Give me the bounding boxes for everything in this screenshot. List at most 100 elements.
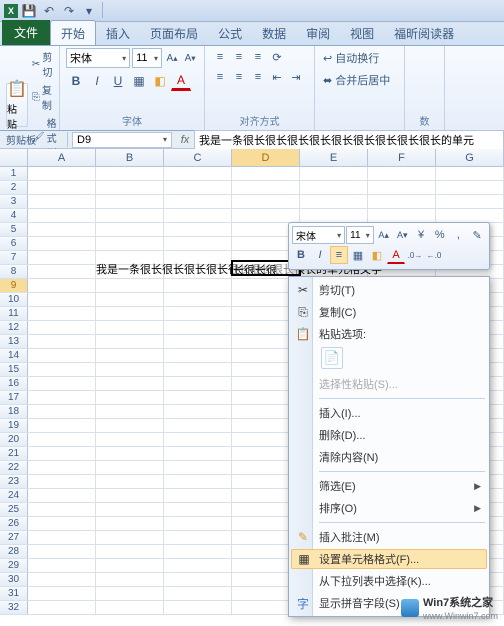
- tab-data[interactable]: 数据: [252, 21, 296, 45]
- align-left-button[interactable]: ≡: [211, 68, 229, 86]
- cell[interactable]: [164, 531, 232, 544]
- column-header[interactable]: B: [96, 149, 164, 166]
- align-top-button[interactable]: ≡: [211, 48, 229, 66]
- cell[interactable]: [96, 349, 164, 362]
- cell[interactable]: [28, 363, 96, 376]
- underline-button[interactable]: U: [108, 71, 128, 91]
- cell[interactable]: [28, 335, 96, 348]
- mini-align-center[interactable]: ≡: [330, 246, 348, 264]
- cell[interactable]: [28, 517, 96, 530]
- align-middle-button[interactable]: ≡: [230, 48, 248, 66]
- cell[interactable]: [28, 447, 96, 460]
- tab-insert[interactable]: 插入: [96, 21, 140, 45]
- cell[interactable]: [164, 475, 232, 488]
- shrink-font-button[interactable]: A▾: [182, 48, 198, 68]
- cell[interactable]: [96, 377, 164, 390]
- cell[interactable]: [28, 279, 96, 292]
- cell[interactable]: [164, 335, 232, 348]
- mini-font-color[interactable]: A: [387, 246, 405, 264]
- cell[interactable]: [164, 559, 232, 572]
- cell[interactable]: [28, 433, 96, 446]
- cell[interactable]: [164, 447, 232, 460]
- paste-button[interactable]: 📋 粘贴: [6, 83, 28, 127]
- grow-font-button[interactable]: A▴: [164, 48, 180, 68]
- mini-italic[interactable]: I: [311, 246, 329, 264]
- row-header[interactable]: 8: [0, 265, 28, 278]
- cell[interactable]: [96, 587, 164, 600]
- cell[interactable]: [96, 433, 164, 446]
- cell[interactable]: [232, 209, 300, 222]
- cell[interactable]: [28, 489, 96, 502]
- menu-format-cells[interactable]: ▦设置单元格格式(F)...: [291, 549, 487, 569]
- column-header[interactable]: G: [436, 149, 504, 166]
- row-header[interactable]: 15: [0, 363, 28, 376]
- cell[interactable]: [164, 377, 232, 390]
- mini-dec-dec[interactable]: ←.0: [425, 246, 443, 264]
- cell[interactable]: [28, 573, 96, 586]
- orientation-button[interactable]: ⟳: [268, 48, 286, 66]
- cell[interactable]: [96, 419, 164, 432]
- cell[interactable]: [300, 195, 368, 208]
- align-center-button[interactable]: ≡: [230, 68, 248, 86]
- row-header[interactable]: 20: [0, 433, 28, 446]
- cell[interactable]: [28, 545, 96, 558]
- mini-shrink-font[interactable]: A▾: [393, 226, 411, 244]
- cell[interactable]: [436, 167, 504, 180]
- font-name-select[interactable]: 宋体▾: [66, 48, 130, 68]
- fx-button[interactable]: fx: [176, 134, 194, 146]
- row-header[interactable]: 28: [0, 545, 28, 558]
- cell[interactable]: [96, 307, 164, 320]
- bold-button[interactable]: B: [66, 71, 86, 91]
- cell[interactable]: [28, 181, 96, 194]
- cell[interactable]: [28, 265, 96, 278]
- cell[interactable]: [300, 181, 368, 194]
- cell[interactable]: [164, 433, 232, 446]
- cell[interactable]: [96, 167, 164, 180]
- row-header[interactable]: 19: [0, 419, 28, 432]
- cell[interactable]: [164, 349, 232, 362]
- cell[interactable]: [28, 377, 96, 390]
- cell[interactable]: [28, 391, 96, 404]
- mini-currency[interactable]: ¥: [412, 226, 430, 244]
- cell[interactable]: [368, 195, 436, 208]
- mini-bold[interactable]: B: [292, 246, 310, 264]
- name-box[interactable]: D9▾: [72, 132, 172, 148]
- menu-insert-comment[interactable]: ✎插入批注(M): [291, 526, 487, 548]
- cell[interactable]: [164, 601, 232, 614]
- tab-formulas[interactable]: 公式: [208, 21, 252, 45]
- row-header[interactable]: 3: [0, 195, 28, 208]
- row-header[interactable]: 2: [0, 181, 28, 194]
- cell[interactable]: [28, 419, 96, 432]
- cell[interactable]: [28, 167, 96, 180]
- tab-file[interactable]: 文件: [2, 20, 50, 45]
- cell[interactable]: [96, 223, 164, 236]
- cell[interactable]: [164, 237, 232, 250]
- cell[interactable]: [368, 167, 436, 180]
- row-header[interactable]: 4: [0, 209, 28, 222]
- mini-size-select[interactable]: 11▾: [346, 226, 374, 244]
- cell[interactable]: [96, 489, 164, 502]
- cell[interactable]: [28, 321, 96, 334]
- cell[interactable]: [96, 461, 164, 474]
- row-header[interactable]: 12: [0, 321, 28, 334]
- cell[interactable]: [436, 181, 504, 194]
- cell[interactable]: [164, 545, 232, 558]
- cell[interactable]: [232, 195, 300, 208]
- column-header[interactable]: F: [368, 149, 436, 166]
- menu-delete[interactable]: 删除(D)...: [291, 424, 487, 446]
- menu-clear-contents[interactable]: 清除内容(N): [291, 446, 487, 468]
- menu-sort[interactable]: 排序(O)▶: [291, 497, 487, 519]
- mini-font-select[interactable]: 宋体▾: [292, 226, 345, 244]
- cell[interactable]: [28, 209, 96, 222]
- formula-bar[interactable]: 我是一条很长很长很长很长很长很长很长很长很长的单元: [194, 130, 504, 150]
- menu-insert[interactable]: 插入(I)...: [291, 402, 487, 424]
- font-size-select[interactable]: 11▾: [132, 48, 162, 68]
- row-header[interactable]: 31: [0, 587, 28, 600]
- row-header[interactable]: 21: [0, 447, 28, 460]
- cell[interactable]: [96, 573, 164, 586]
- cell[interactable]: [28, 503, 96, 516]
- column-header[interactable]: C: [164, 149, 232, 166]
- column-header[interactable]: D: [232, 149, 300, 166]
- row-header[interactable]: 29: [0, 559, 28, 572]
- cell[interactable]: [96, 447, 164, 460]
